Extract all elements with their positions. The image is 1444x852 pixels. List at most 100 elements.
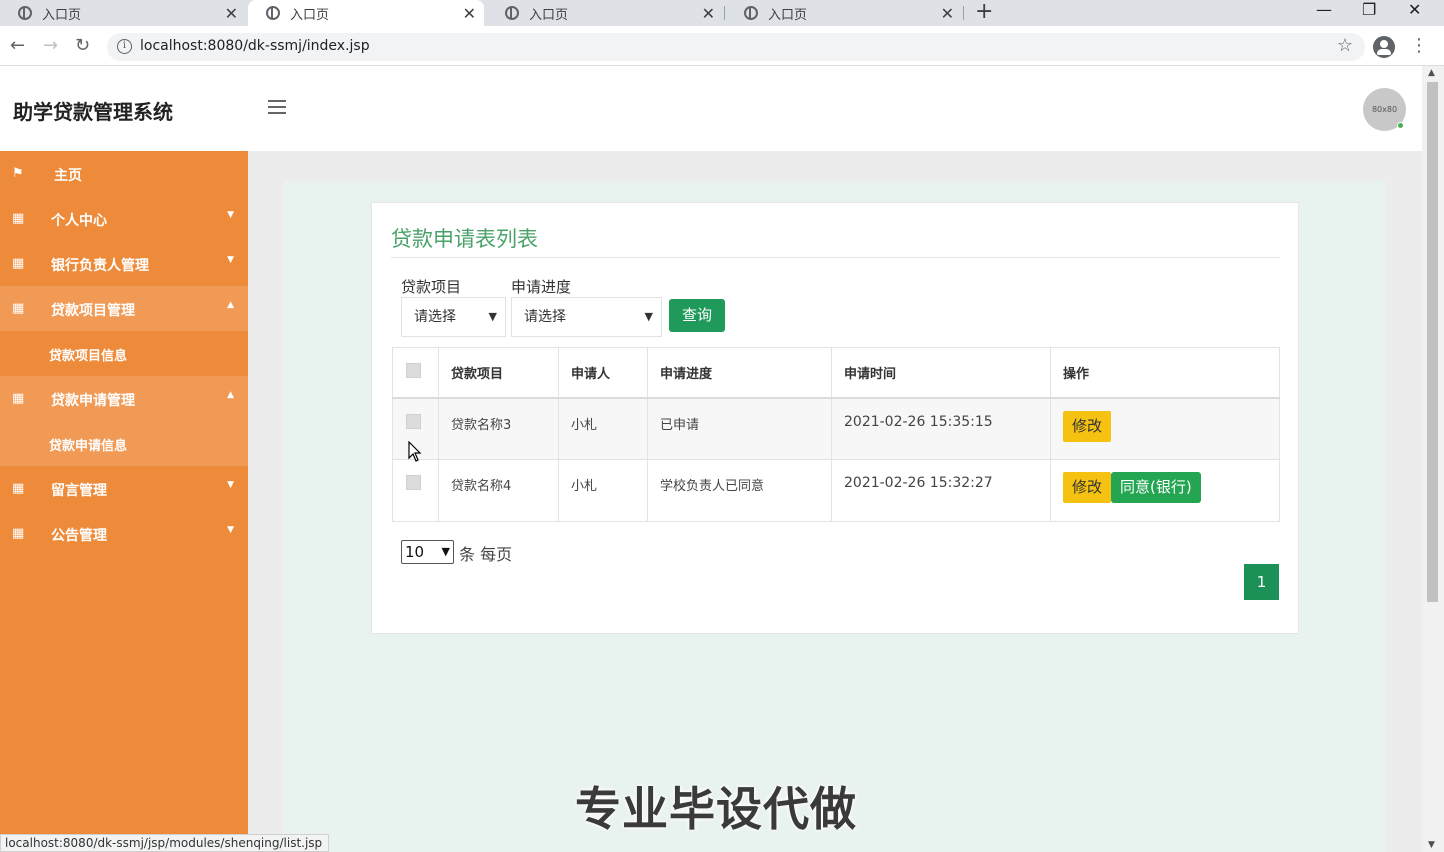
online-status-dot bbox=[1397, 122, 1404, 129]
chevron-down-icon: ▼ bbox=[441, 545, 450, 558]
globe-icon bbox=[266, 6, 280, 20]
cell-time: 2021-02-26 15:32:27 bbox=[831, 459, 1051, 522]
sidebar-item-loan-application[interactable]: ▦ 贷款申请管理 ▲ bbox=[0, 376, 248, 421]
back-icon[interactable]: ← bbox=[10, 34, 25, 58]
table-row: 贷款名称3 小札 已申请 2021-02-26 15:35:15 修改 bbox=[392, 397, 1280, 460]
project-select[interactable]: 请选择 ▼ bbox=[401, 297, 506, 337]
page-size-value: 10 bbox=[405, 543, 425, 561]
globe-icon bbox=[18, 6, 32, 20]
page-title: 贷款申请表列表 bbox=[391, 227, 538, 251]
avatar[interactable]: 80x80 bbox=[1363, 88, 1406, 131]
grid-icon: ▦ bbox=[12, 256, 25, 271]
column-header: 申请人 bbox=[558, 347, 648, 399]
cell-actions: 修改 同意(银行) bbox=[1050, 459, 1280, 522]
project-filter-label: 贷款项目 bbox=[401, 278, 462, 296]
column-header: 申请时间 bbox=[831, 347, 1051, 399]
select-all-checkbox[interactable] bbox=[406, 362, 421, 378]
sidebar-subitem-loan-project-info[interactable]: 贷款项目信息 bbox=[0, 331, 248, 376]
flag-icon: ⚑ bbox=[12, 166, 24, 181]
forward-icon[interactable]: → bbox=[43, 34, 58, 58]
cell-progress: 学校负责人已同意 bbox=[647, 459, 832, 522]
profile-icon[interactable] bbox=[1373, 36, 1395, 58]
query-button[interactable]: 查询 bbox=[669, 299, 725, 332]
page: 助学贷款管理系统 80x80 ⚑ 主页 ▦ 个人中心 ▼ ▦ 银行负责人管理 ▼… bbox=[0, 66, 1422, 852]
close-icon[interactable]: ✕ bbox=[702, 4, 715, 23]
progress-filter-label: 申请进度 bbox=[511, 278, 572, 296]
address-bar: ← → ↻ i localhost:8080/dk-ssmj/index.jsp… bbox=[0, 26, 1444, 66]
scroll-down-icon[interactable]: ▼ bbox=[1428, 840, 1435, 850]
tab-title: 入口页 bbox=[42, 7, 82, 23]
sidebar: ⚑ 主页 ▦ 个人中心 ▼ ▦ 银行负责人管理 ▼ ▦ 贷款项目管理 ▲ 贷款项… bbox=[0, 151, 248, 852]
cell-time: 2021-02-26 15:35:15 bbox=[831, 397, 1051, 460]
new-tab-icon[interactable]: + bbox=[975, 0, 993, 24]
grid-icon: ▦ bbox=[12, 301, 25, 316]
edit-button[interactable]: 修改 bbox=[1063, 472, 1112, 503]
close-icon[interactable]: ✕ bbox=[941, 4, 954, 23]
application-table: 贷款项目 申请人 申请进度 申请时间 操作 贷款名称3 小札 已申请 2021-… bbox=[392, 347, 1280, 522]
cell-progress: 已申请 bbox=[647, 397, 832, 460]
sidebar-subitem-loan-application-info[interactable]: 贷款申请信息 bbox=[0, 421, 248, 466]
url-input[interactable]: i localhost:8080/dk-ssmj/index.jsp ☆ bbox=[107, 33, 1365, 61]
grid-icon: ▦ bbox=[12, 211, 25, 226]
divider bbox=[391, 257, 1280, 258]
sidebar-item-label: 留言管理 bbox=[51, 483, 107, 499]
bank-approve-button[interactable]: 同意(银行) bbox=[1111, 472, 1201, 503]
sidebar-item-loan-project[interactable]: ▦ 贷款项目管理 ▲ bbox=[0, 286, 248, 331]
cell-applicant: 小札 bbox=[558, 397, 648, 460]
sidebar-item-bank-manager[interactable]: ▦ 银行负责人管理 ▼ bbox=[0, 241, 248, 286]
edit-button[interactable]: 修改 bbox=[1063, 410, 1112, 442]
progress-select-value: 请选择 bbox=[524, 309, 566, 325]
window-close-icon[interactable]: ✕ bbox=[1408, 0, 1421, 20]
app-brand: 助学贷款管理系统 bbox=[13, 100, 173, 124]
globe-icon bbox=[744, 6, 758, 20]
sidebar-item-label: 贷款申请信息 bbox=[49, 439, 128, 454]
progress-select[interactable]: 请选择 ▼ bbox=[511, 297, 662, 337]
table-row: 贷款名称4 小札 学校负责人已同意 2021-02-26 15:32:27 修改… bbox=[392, 459, 1280, 522]
sidebar-item-label: 公告管理 bbox=[51, 528, 107, 544]
more-menu-icon[interactable]: ⋮ bbox=[1410, 34, 1428, 58]
column-header: 贷款项目 bbox=[438, 347, 559, 399]
select-all-cell bbox=[392, 347, 439, 399]
row-checkbox[interactable] bbox=[406, 475, 421, 490]
sidebar-item-label: 银行负责人管理 bbox=[51, 258, 149, 274]
cell-project: 贷款名称3 bbox=[438, 397, 559, 460]
info-icon[interactable]: i bbox=[117, 39, 132, 54]
globe-icon bbox=[505, 6, 519, 20]
row-select-cell bbox=[392, 459, 439, 522]
caret-down-icon: ▼ bbox=[227, 525, 234, 535]
watermark-text: 专业毕设代做 bbox=[575, 782, 857, 836]
list-card: 贷款申请表列表 贷款项目 请选择 ▼ 申请进度 请选择 ▼ 查询 贷款项目 申请… bbox=[371, 202, 1299, 634]
caret-up-icon: ▲ bbox=[227, 300, 234, 310]
chevron-down-icon: ▼ bbox=[644, 310, 653, 323]
sidebar-item-announcements[interactable]: ▦ 公告管理 ▼ bbox=[0, 511, 248, 556]
page-size-select[interactable]: 10 ▼ bbox=[401, 540, 454, 564]
sidebar-item-home[interactable]: ⚑ 主页 bbox=[0, 151, 248, 196]
browser-tab[interactable]: 入口页 ✕ bbox=[487, 0, 723, 26]
avatar-text: 80x80 bbox=[1371, 105, 1398, 114]
close-icon[interactable]: ✕ bbox=[225, 4, 238, 23]
cell-actions: 修改 bbox=[1050, 397, 1280, 460]
browser-tab-active[interactable]: 入口页 ✕ bbox=[248, 0, 484, 26]
reload-icon[interactable]: ↻ bbox=[75, 34, 90, 58]
sidebar-item-label: 贷款申请管理 bbox=[51, 393, 135, 409]
menu-toggle-icon[interactable] bbox=[268, 100, 286, 114]
sidebar-item-messages[interactable]: ▦ 留言管理 ▼ bbox=[0, 466, 248, 511]
grid-icon: ▦ bbox=[12, 526, 25, 541]
caret-down-icon: ▼ bbox=[227, 210, 234, 220]
page-button-1[interactable]: 1 bbox=[1244, 564, 1279, 600]
scroll-up-icon[interactable]: ▲ bbox=[1428, 68, 1435, 78]
browser-tab[interactable]: 入口页 ✕ bbox=[726, 0, 962, 26]
grid-icon: ▦ bbox=[12, 481, 25, 496]
page-scrollbar[interactable]: ▲ ▼ bbox=[1422, 66, 1444, 852]
scrollbar-thumb[interactable] bbox=[1427, 82, 1438, 602]
column-header: 申请进度 bbox=[647, 347, 832, 399]
row-checkbox[interactable] bbox=[406, 413, 421, 429]
star-icon[interactable]: ☆ bbox=[1337, 35, 1353, 56]
grid-icon: ▦ bbox=[12, 391, 25, 406]
sidebar-item-personal-center[interactable]: ▦ 个人中心 ▼ bbox=[0, 196, 248, 241]
close-icon[interactable]: ✕ bbox=[463, 4, 476, 23]
minimize-icon[interactable]: — bbox=[1316, 0, 1332, 20]
restore-icon[interactable]: ❐ bbox=[1362, 0, 1376, 20]
browser-tab[interactable]: 入口页 ✕ bbox=[0, 0, 246, 26]
sidebar-item-label: 贷款项目管理 bbox=[51, 303, 135, 319]
